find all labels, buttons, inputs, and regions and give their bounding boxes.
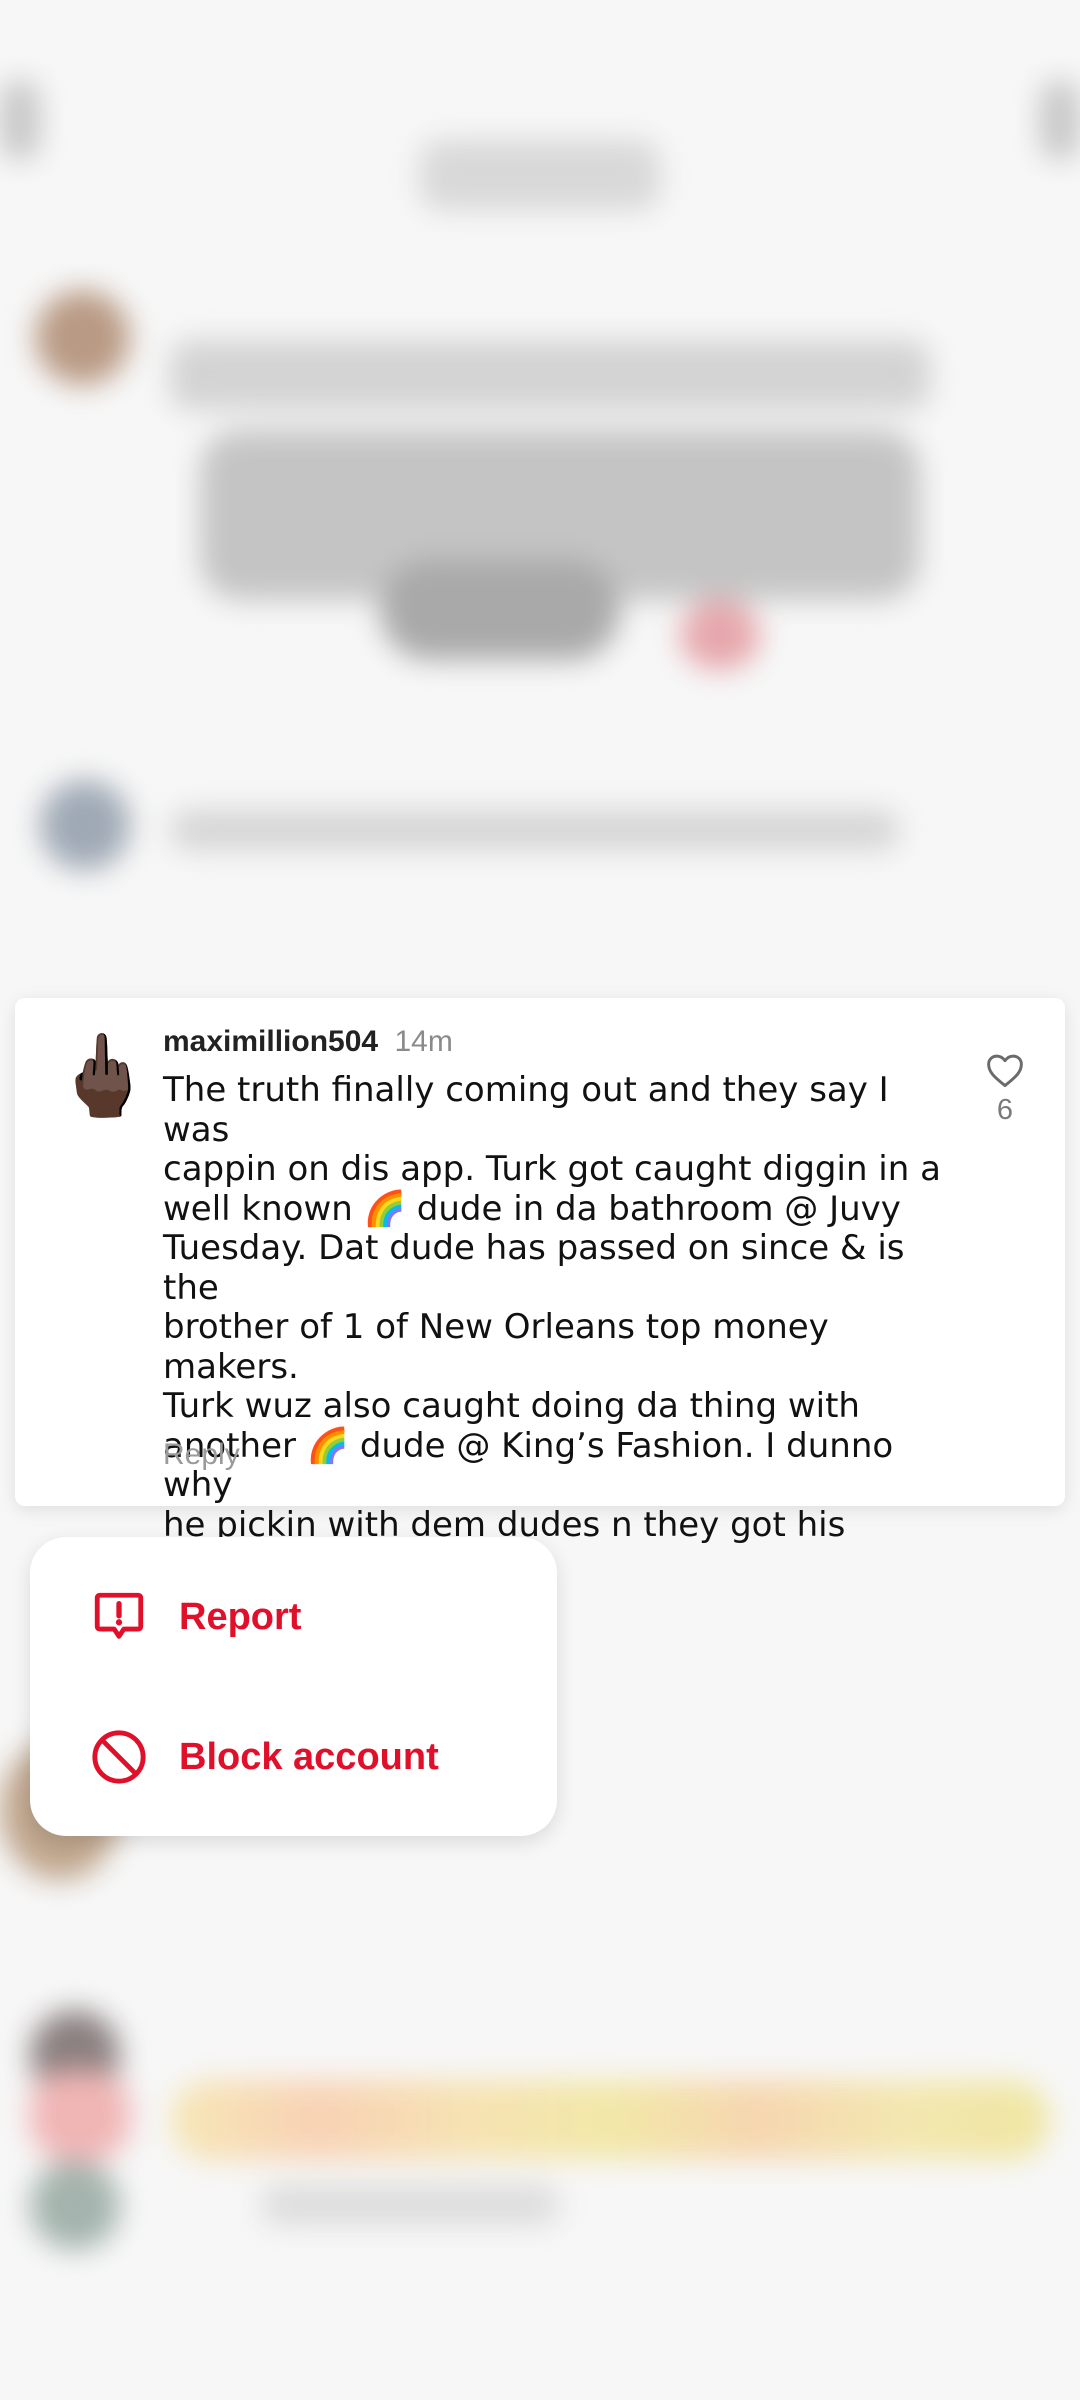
report-label: Report	[179, 1595, 302, 1638]
comment-line: brother of 1 of New Orleans top money ma…	[163, 1307, 829, 1387]
avatar[interactable]: 🖕🏿	[53, 1026, 153, 1126]
blurred-avatar-4	[30, 2160, 120, 2250]
blurred-post-shape	[380, 560, 620, 660]
blurred-pink	[30, 2070, 130, 2160]
block-account-label: Block account	[179, 1735, 439, 1778]
reply-button[interactable]: Reply	[163, 1438, 240, 1472]
blurred-post-text	[170, 340, 930, 410]
comment-line: cappin on dis app. Turk got caught diggi…	[163, 1149, 941, 1189]
blurred-header-right	[1040, 80, 1080, 160]
report-exclamation-icon	[89, 1587, 149, 1647]
comment-line: well known 🌈 dude in da bathroom @ Juvy	[163, 1188, 901, 1229]
comment-line: Tuesday. Dat dude has passed on since & …	[163, 1228, 905, 1308]
blurred-red-spot	[680, 600, 760, 670]
blurred-line-2	[170, 810, 900, 850]
blurred-footer-line	[260, 2185, 560, 2225]
blurred-emoji-row	[170, 2080, 1050, 2160]
timestamp: 14m	[394, 1025, 453, 1058]
comment-line: another 🌈 dude @ King’s Fashion. I dunno…	[163, 1425, 894, 1505]
block-circle-icon	[89, 1727, 149, 1787]
username[interactable]: maximillion504	[163, 1025, 378, 1058]
comment-card: 🖕🏿 maximillion504 14m The truth finally …	[15, 998, 1065, 1623]
blurred-header-left	[0, 80, 40, 160]
comment-action-menu: Report Block account	[30, 1537, 557, 1836]
report-menu-item[interactable]: Report	[30, 1557, 557, 1677]
comment-meta: maximillion504 14m	[163, 1022, 453, 1062]
blurred-avatar-2	[40, 780, 130, 870]
blurred-avatar	[35, 290, 130, 385]
comment-line: Turk wuz also caught doing da thing with	[163, 1386, 860, 1426]
block-account-menu-item[interactable]: Block account	[30, 1697, 557, 1817]
like-count: 6	[996, 1094, 1014, 1126]
comment-line: The truth finally coming out and they sa…	[163, 1070, 889, 1150]
heart-outline-icon[interactable]	[980, 1052, 1030, 1088]
blurred-header-title	[420, 140, 660, 210]
like-control[interactable]: 6	[980, 1052, 1030, 1127]
